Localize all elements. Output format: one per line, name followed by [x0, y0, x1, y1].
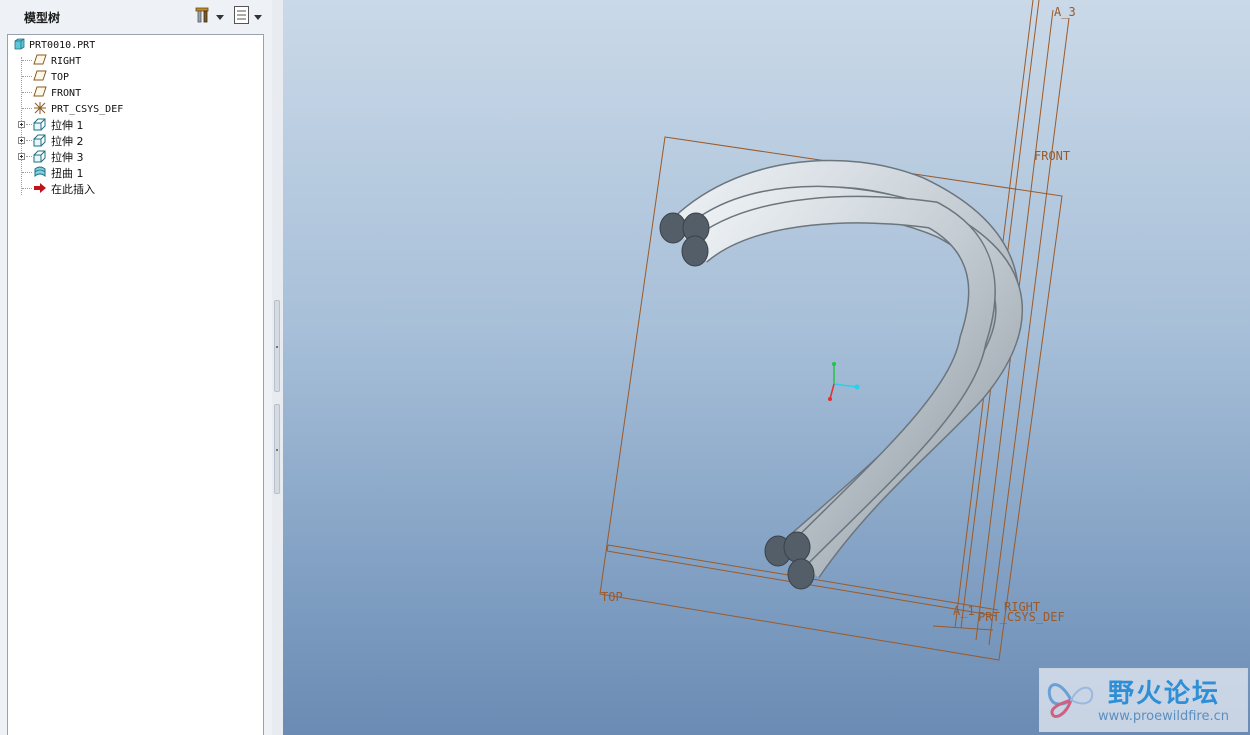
tree-settings-tools-icon [193, 5, 213, 29]
extrude-icon [33, 149, 47, 166]
model-tree: PRT0010.PRT RIGHT TOP FRONT PRT_CSYS_DEF… [7, 34, 264, 735]
model-scene: FRONT TOP RIGHT PRT_CSYS_DEF A_1 A_3 [599, 0, 1076, 661]
extrude-icon [33, 117, 47, 134]
rope-end-cap [659, 212, 687, 244]
tree-item-label: 拉伸 3 [51, 151, 84, 164]
rope-end-cap [787, 558, 815, 590]
datum-plane-icon [33, 86, 47, 100]
tree-item-label: FRONT [51, 87, 82, 99]
tree-columns-icon [233, 5, 251, 29]
tree-item-label: 拉伸 1 [51, 119, 84, 132]
tree-item-part[interactable]: PRT0010.PRT [13, 37, 95, 53]
extrude-icon [33, 133, 47, 150]
tree-branch-line [26, 156, 32, 157]
coordinate-triad [828, 362, 860, 401]
tree-item-label: RIGHT [51, 55, 82, 67]
tree-item-label: 在此插入 [51, 183, 95, 196]
tree-branch-line [22, 188, 32, 189]
front-datum-label[interactable]: FRONT [1034, 149, 1070, 163]
tree-settings-button[interactable] [193, 6, 224, 28]
graphics-viewport[interactable]: FRONT TOP RIGHT PRT_CSYS_DEF A_1 A_3 [283, 0, 1250, 735]
tree-item-label: 拉伸 2 [51, 135, 84, 148]
tree-item-label: TOP [51, 71, 70, 83]
rope-end-cap [783, 531, 811, 563]
tree-item-front[interactable]: FRONT [33, 85, 81, 101]
watermark-name: 野火论坛 [1108, 679, 1221, 709]
tree-columns-button[interactable] [233, 6, 262, 28]
tree-branch-line [22, 108, 32, 109]
axis-a3-label[interactable]: A_3 [1054, 5, 1076, 19]
model-tree-panel: 模型树 PRT0010.PRT RIGHT TOP FRONT PRT_CSYS… [0, 0, 272, 735]
tree-branch-line [26, 140, 32, 141]
datum-plane-icon [33, 54, 47, 68]
panel-splitter[interactable] [272, 0, 283, 735]
tree-item-right[interactable]: RIGHT [33, 53, 81, 69]
part-icon [13, 38, 25, 53]
forum-watermark: 野火论坛 www.proewildfire.cn [1039, 668, 1248, 732]
expand-toggle[interactable] [18, 121, 25, 128]
tree-item-insert-here[interactable]: 在此插入 [33, 181, 95, 197]
tree-item-extrude-3[interactable]: 拉伸 3 [33, 149, 84, 165]
tree-branch-line [26, 124, 32, 125]
coordinate-system-icon [33, 101, 47, 118]
top-datum-label[interactable]: TOP [601, 590, 623, 604]
axis-a1-label[interactable]: A_1 [953, 604, 975, 618]
model-tree-header: 模型树 [0, 0, 272, 34]
chevron-down-icon [216, 14, 224, 20]
csys-datum-label[interactable]: PRT_CSYS_DEF [978, 610, 1065, 624]
datum-plane-icon [33, 70, 47, 84]
csys-datum-edge[interactable] [932, 625, 994, 631]
tree-branch-line [22, 76, 32, 77]
splitter-grip[interactable] [274, 404, 280, 494]
chevron-down-icon [254, 14, 262, 20]
tree-item-label: 扭曲 1 [51, 167, 84, 180]
tree-item-label: PRT0010.PRT [29, 39, 96, 51]
tree-item-warp-1[interactable]: 扭曲 1 [33, 165, 84, 181]
watermark-url: www.proewildfire.cn [1098, 709, 1229, 724]
model-tree-title: 模型树 [24, 11, 61, 25]
tree-branch-line [22, 172, 32, 173]
expand-toggle[interactable] [18, 153, 25, 160]
splitter-grip[interactable] [274, 300, 280, 392]
butterfly-logo-icon [1044, 675, 1098, 729]
tree-branch-line [22, 92, 32, 93]
insert-here-arrow-icon [33, 182, 47, 197]
tree-item-csys[interactable]: PRT_CSYS_DEF [33, 101, 123, 117]
warp-icon [33, 165, 47, 182]
tree-branch-line [22, 60, 32, 61]
tree-item-top[interactable]: TOP [33, 69, 69, 85]
expand-toggle[interactable] [18, 137, 25, 144]
tree-item-label: PRT_CSYS_DEF [51, 103, 124, 115]
tree-item-extrude-2[interactable]: 拉伸 2 [33, 133, 84, 149]
tree-item-extrude-1[interactable]: 拉伸 1 [33, 117, 84, 133]
rope-end-cap [681, 235, 709, 267]
